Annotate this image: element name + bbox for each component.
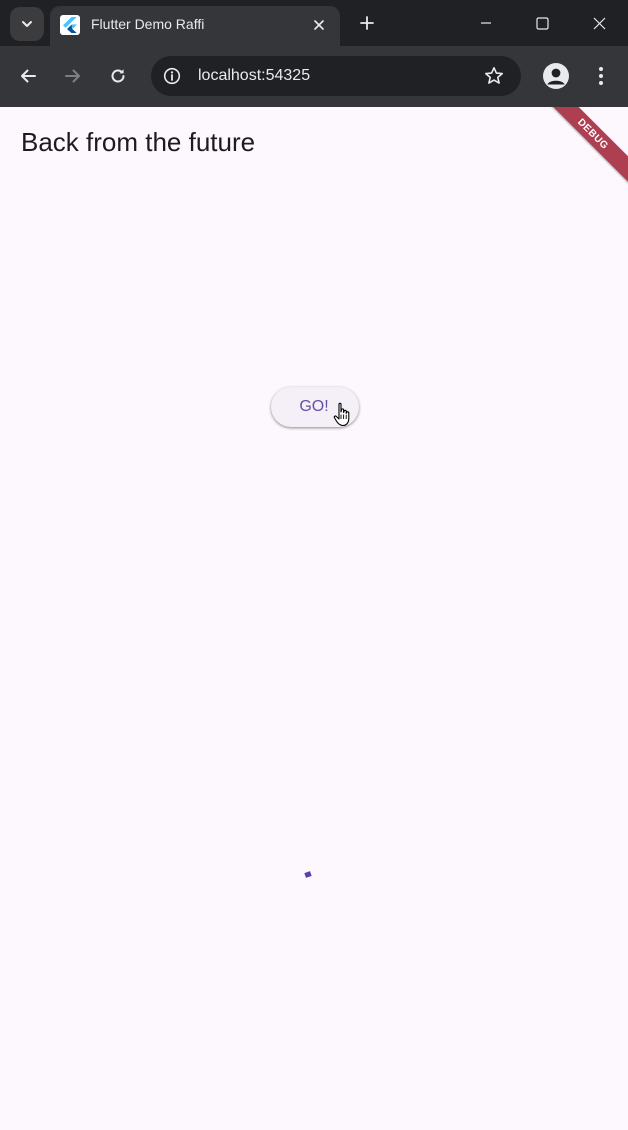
maximize-icon <box>535 16 549 30</box>
browser-tab[interactable]: Flutter Demo Raffi <box>50 6 340 46</box>
forward-button[interactable] <box>58 61 88 91</box>
tab-strip: Flutter Demo Raffi <box>0 0 628 46</box>
bookmark-button[interactable] <box>483 65 505 87</box>
browser-window: Flutter Demo Raffi localhost:54325 Back … <box>0 0 628 1130</box>
new-tab-button[interactable] <box>354 10 380 36</box>
reload-button[interactable] <box>103 61 133 91</box>
arrow-right-icon <box>65 69 80 83</box>
site-info-button[interactable] <box>162 66 182 86</box>
browser-toolbar: localhost:54325 <box>0 46 628 107</box>
minimize-button[interactable] <box>462 6 510 40</box>
go-button[interactable]: GO! <box>271 387 359 427</box>
reload-icon <box>111 69 125 83</box>
tab-close-button[interactable] <box>308 14 330 36</box>
flutter-app-viewport: Back from the future GO! DEBUG <box>0 107 628 1130</box>
tab-search-button[interactable] <box>10 7 44 41</box>
progress-indicator <box>304 871 312 878</box>
plus-icon <box>360 16 374 30</box>
debug-banner: DEBUG <box>533 107 628 194</box>
close-icon <box>314 20 324 30</box>
tab-title: Flutter Demo Raffi <box>91 16 205 32</box>
window-close-button[interactable] <box>575 6 623 40</box>
arrow-left-icon <box>21 69 36 83</box>
flutter-logo-icon <box>60 15 80 35</box>
minimize-icon <box>481 22 491 24</box>
chevron-down-icon <box>22 21 32 27</box>
maximize-button[interactable] <box>518 6 566 40</box>
close-icon <box>593 17 605 29</box>
star-icon <box>485 67 503 84</box>
profile-button[interactable] <box>543 63 569 89</box>
go-button-label: GO! <box>299 398 329 415</box>
page-title: Back from the future <box>21 127 256 157</box>
url-text[interactable]: localhost:54325 <box>198 67 310 85</box>
info-icon <box>163 67 181 85</box>
address-bar[interactable]: localhost:54325 <box>151 56 521 96</box>
person-icon <box>547 68 565 85</box>
kebab-menu-icon <box>599 67 603 85</box>
browser-menu-button[interactable] <box>590 64 612 88</box>
back-button[interactable] <box>13 61 43 91</box>
